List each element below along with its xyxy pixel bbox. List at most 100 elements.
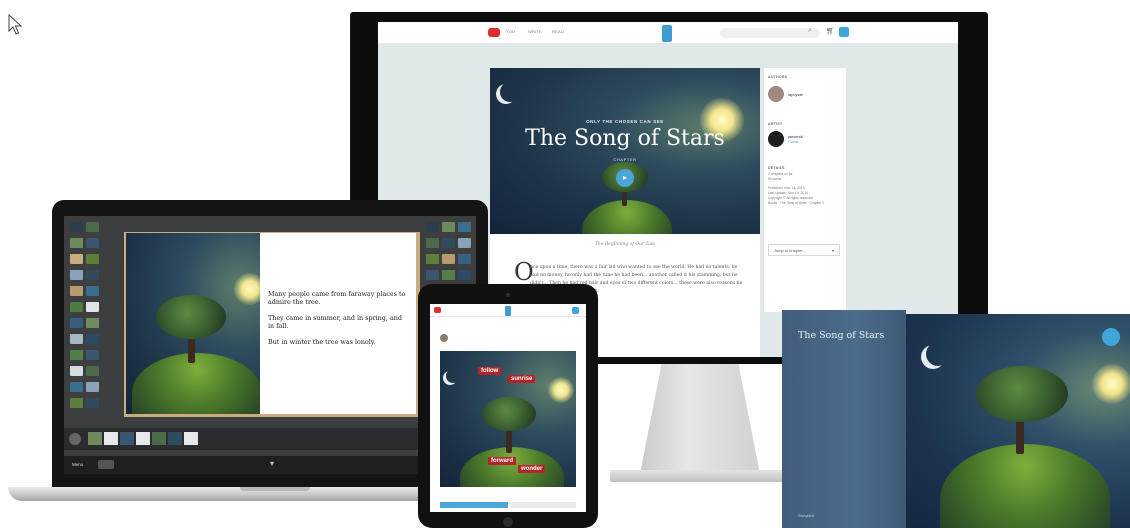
filmstrip-thumb[interactable]: [104, 432, 118, 445]
magnet-word[interactable]: forward: [488, 457, 517, 465]
page-thumbnail[interactable]: [86, 222, 99, 232]
page-thumbnail[interactable]: [70, 222, 83, 232]
page-thumbnail[interactable]: [70, 318, 83, 328]
mode-chip[interactable]: [98, 460, 114, 469]
page-thumbnail[interactable]: [70, 382, 83, 392]
add-page-button[interactable]: [69, 433, 81, 445]
editor-bottom-bar: Menu ▾: [64, 456, 476, 474]
filmstrip-thumb[interactable]: [136, 432, 150, 445]
page-thumbnail[interactable]: [86, 366, 99, 376]
chapter-label: CHAPTER: [613, 157, 637, 162]
filmstrip-thumb[interactable]: [184, 432, 198, 445]
details-label: DETAILS: [768, 166, 785, 170]
crescent-moon-icon: [926, 342, 950, 366]
page-thumbnail[interactable]: [86, 382, 99, 392]
primary-tab[interactable]: [440, 502, 508, 508]
laptop-notch: [240, 487, 310, 491]
page-thumbnail[interactable]: [86, 334, 99, 344]
notification-icon[interactable]: [572, 307, 579, 314]
art-thumbnail[interactable]: [426, 222, 439, 232]
details-line: Books · The Song of Stars · Chapter 1: [768, 201, 825, 205]
story-sidebar: AUTHORS lapoyste ARTIST jamiemk Follow D…: [764, 68, 846, 312]
author-name[interactable]: lapoyste: [788, 92, 803, 97]
brand-mascot-icon[interactable]: [662, 25, 672, 42]
tree-crown: [482, 397, 536, 431]
page-thumbnail[interactable]: [86, 398, 99, 408]
page-thumbnail[interactable]: [86, 350, 99, 360]
page-thumbnail[interactable]: [70, 350, 83, 360]
page-thumbnail[interactable]: [70, 366, 83, 376]
hill: [460, 447, 564, 487]
art-thumbnail[interactable]: [426, 238, 439, 248]
page-thumbnail[interactable]: [70, 286, 83, 296]
monitor-stand: [640, 364, 760, 474]
cart-icon[interactable]: 🛒︎: [826, 27, 835, 35]
art-thumbnail[interactable]: [458, 222, 471, 232]
site-header: YOU WRITE READ ⌕ 🛒︎: [378, 22, 958, 44]
filmstrip-thumb[interactable]: [152, 432, 166, 445]
cover-kicker: ONLY THE CHOSEN CAN SEE: [586, 119, 664, 124]
book-left-page: [126, 233, 260, 414]
tree-crown: [976, 366, 1068, 422]
page-thumbnail[interactable]: [70, 238, 83, 248]
hill: [132, 353, 260, 414]
nav-write[interactable]: WRITE: [528, 29, 542, 34]
art-thumbnail[interactable]: [458, 238, 471, 248]
magnet-word[interactable]: wonder: [518, 465, 546, 473]
search-input[interactable]: [720, 28, 820, 38]
filmstrip-thumb[interactable]: [168, 432, 182, 445]
art-thumbnail[interactable]: [426, 270, 439, 280]
art-thumbnail[interactable]: [442, 254, 455, 264]
art-thumbnail[interactable]: [442, 222, 455, 232]
hill: [582, 200, 672, 234]
site-logo-icon[interactable]: [434, 307, 441, 313]
page-thumbnail[interactable]: [86, 302, 99, 312]
jump-to-chapter-select[interactable]: Jump to chapter… ▾: [768, 244, 840, 256]
chevron-down-icon[interactable]: ▾: [270, 459, 274, 468]
magnet-word[interactable]: sunrise: [508, 375, 536, 383]
page-thumbnail[interactable]: [70, 334, 83, 344]
author-avatar[interactable]: [768, 86, 784, 102]
art-thumbnail[interactable]: [458, 270, 471, 280]
secondary-tab[interactable]: [510, 502, 576, 508]
crescent-moon-icon: [500, 82, 520, 102]
tablet-screen: follow sunrise forward wonder: [430, 304, 586, 512]
search-icon[interactable]: ⌕: [808, 27, 812, 35]
filmstrip-thumb[interactable]: [120, 432, 134, 445]
play-icon[interactable]: ▸: [616, 169, 634, 187]
artist-name[interactable]: jamiemk: [788, 134, 803, 139]
page-thumbnail[interactable]: [86, 238, 99, 248]
book-cover-art: [906, 314, 1130, 528]
hill: [940, 444, 1110, 528]
page-thumbnail[interactable]: [70, 398, 83, 408]
page-thumbnail[interactable]: [70, 270, 83, 280]
nav-read[interactable]: READ: [552, 29, 564, 34]
page-thumbnail[interactable]: [86, 254, 99, 264]
menu-button[interactable]: Menu: [72, 462, 83, 467]
page-thumbnail[interactable]: [70, 302, 83, 312]
chevron-down-icon: ▾: [831, 248, 834, 253]
page-thumbnail[interactable]: [86, 318, 99, 328]
art-thumbnail[interactable]: [442, 238, 455, 248]
page-thumbnail[interactable]: [86, 270, 99, 280]
filmstrip-thumb[interactable]: [88, 432, 102, 445]
avatar[interactable]: [440, 334, 448, 342]
art-thumbnail[interactable]: [426, 254, 439, 264]
follow-link[interactable]: Follow: [788, 140, 798, 144]
monitor-stand-base: [610, 470, 790, 482]
nav-you[interactable]: YOU: [506, 29, 515, 34]
art-thumbnail[interactable]: [442, 270, 455, 280]
brand-mascot-icon[interactable]: [505, 306, 511, 316]
chapter-subtitle: The Beginning of Our Tale: [594, 242, 656, 247]
page-filmstrip: [64, 428, 476, 450]
page-text: Many people came from faraway places to …: [268, 290, 406, 306]
page-thumbnail[interactable]: [86, 286, 99, 296]
magnet-word[interactable]: follow: [478, 367, 502, 375]
site-logo-icon[interactable]: [488, 28, 500, 37]
page-thumbnail[interactable]: [70, 254, 83, 264]
notification-icon[interactable]: [839, 27, 849, 37]
laptop-screen: Many people came from faraway places to …: [64, 216, 476, 474]
tablet-header: [430, 304, 586, 317]
art-thumbnail[interactable]: [458, 254, 471, 264]
artist-avatar[interactable]: [768, 131, 784, 147]
